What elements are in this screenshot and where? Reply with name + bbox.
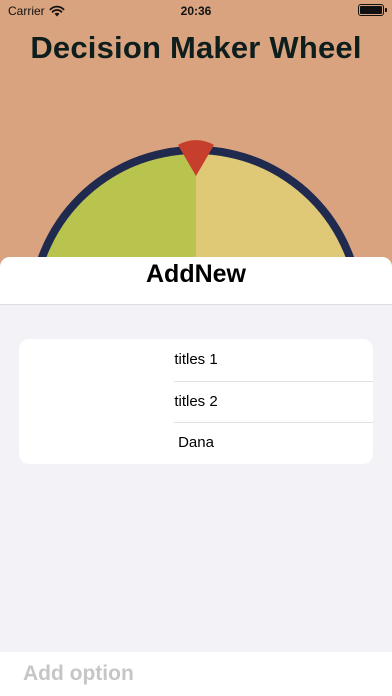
add-option-input[interactable] xyxy=(23,657,363,691)
sheet-title: AddNew xyxy=(146,260,246,288)
options-list: titles 1 titles 2 Dana xyxy=(19,339,373,464)
option-item-3[interactable]: Dana xyxy=(19,422,373,464)
add-new-sheet: AddNew titles 1 titles 2 Dana xyxy=(0,257,392,696)
sheet-header: AddNew xyxy=(0,257,392,305)
add-option-bar xyxy=(0,652,392,696)
option-item-1[interactable]: titles 1 xyxy=(19,339,373,381)
status-time: 20:36 xyxy=(180,4,212,18)
option-item-2[interactable]: titles 2 xyxy=(19,380,373,423)
page-title: Decision Maker Wheel xyxy=(30,30,362,65)
battery-icon xyxy=(358,4,387,16)
status-bar: Carrier 20:36 xyxy=(0,0,392,22)
